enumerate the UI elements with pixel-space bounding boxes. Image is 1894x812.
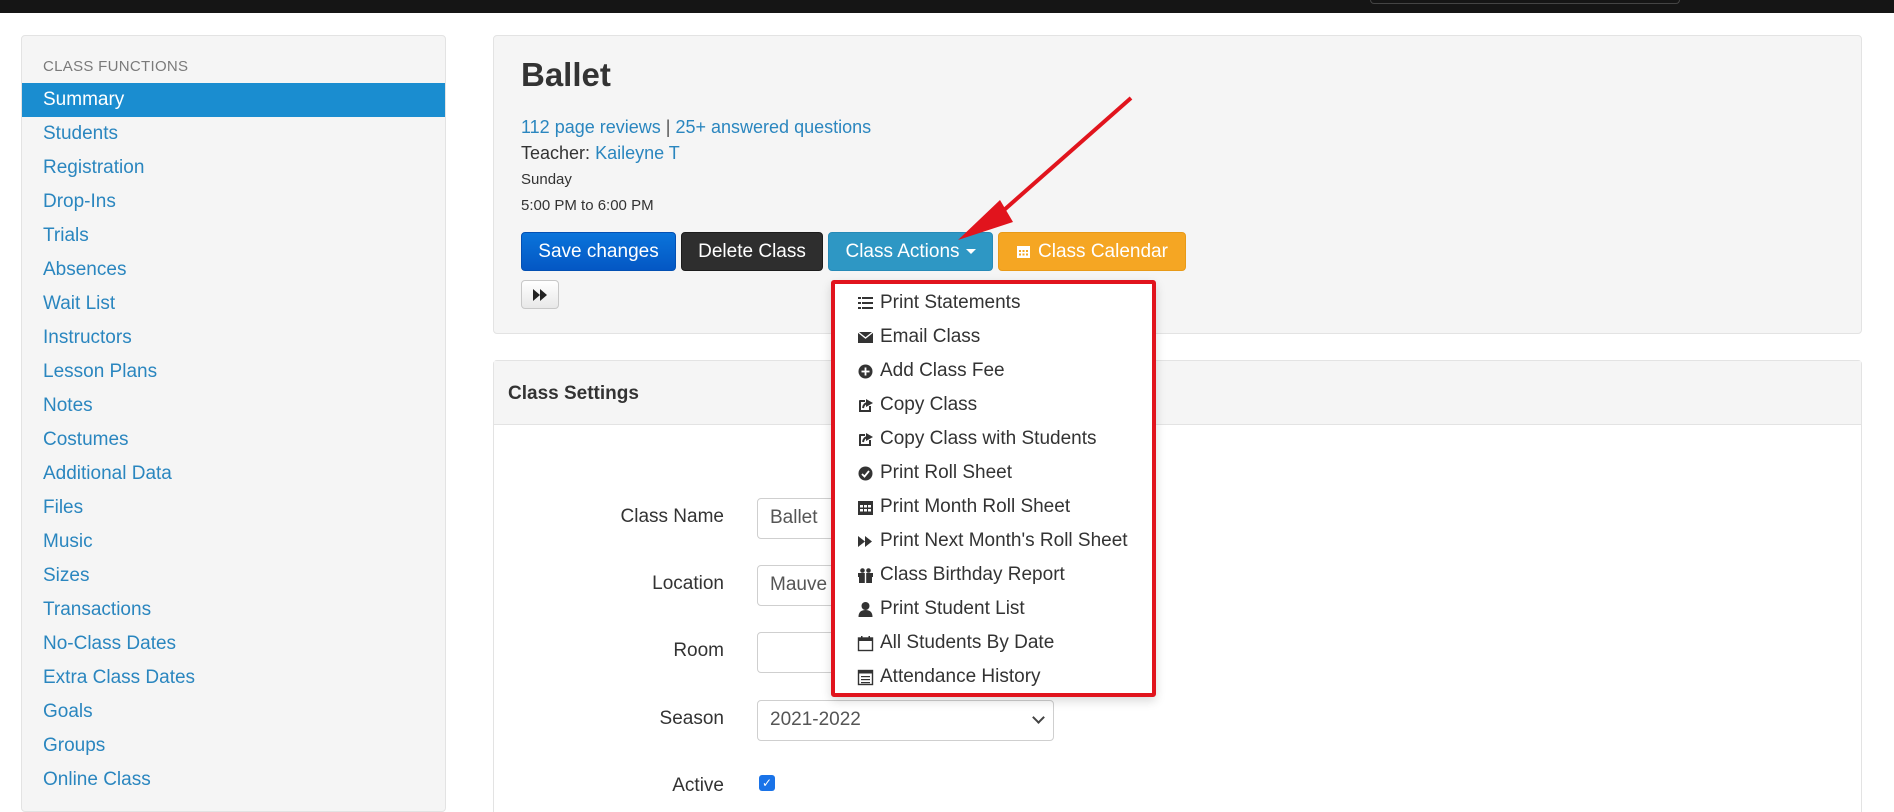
class-settings-panel: Class Settings Class Name Ballet Locatio… <box>493 360 1862 812</box>
menu-item-label: Print Student List <box>880 598 1025 619</box>
list-icon <box>857 295 874 312</box>
sidebar-heading: CLASS FUNCTIONS <box>43 58 189 75</box>
menu-item-print-statements[interactable]: Print Statements <box>835 286 1152 320</box>
teacher-label: Teacher: <box>521 143 591 163</box>
menu-item-add-class-fee[interactable]: Add Class Fee <box>835 354 1152 388</box>
questions-link[interactable]: 25+ answered questions <box>675 117 871 137</box>
menu-item-label: Copy Class with Students <box>880 428 1097 449</box>
season-label: Season <box>659 708 724 729</box>
class-name-label: Class Name <box>620 506 724 527</box>
menu-item-label: Copy Class <box>880 394 978 415</box>
class-header-panel: Ballet 112 page reviews | 25+ answered q… <box>493 35 1862 334</box>
top-search-pill[interactable] <box>1370 0 1680 4</box>
menu-item-attendance-history[interactable]: Attendance History <box>835 660 1152 694</box>
plus-circle-icon <box>857 363 874 380</box>
gift-icon <box>857 567 874 584</box>
teacher-line: Teacher: Kaileyne T <box>521 143 680 164</box>
menu-item-label: Print Month Roll Sheet <box>880 496 1071 517</box>
actions-label: Class Actions <box>845 240 960 262</box>
class-time: 5:00 PM to 6:00 PM <box>521 197 654 214</box>
sidebar-item-no-class-dates[interactable]: No-Class Dates <box>22 627 445 661</box>
table-icon <box>857 669 874 686</box>
class-actions-menu: Print Statements Email Class Add Class Fee… <box>831 280 1156 697</box>
season-value: 2021-2022 <box>770 709 861 730</box>
menu-item-label: Print Roll Sheet <box>880 462 1013 483</box>
separator: | <box>665 117 671 137</box>
sidebar-item-transactions[interactable]: Transactions <box>22 593 445 627</box>
sidebar-item-trials[interactable]: Trials <box>22 219 445 253</box>
check-circle-icon <box>857 465 874 482</box>
sidebar-item-instructors[interactable]: Instructors <box>22 321 445 355</box>
class-actions-button[interactable]: Class Actions <box>828 232 993 271</box>
active-checkbox[interactable]: ✓ <box>759 775 775 791</box>
page-title: Ballet <box>521 56 611 93</box>
user-icon <box>857 601 874 618</box>
sidebar-item-music[interactable]: Music <box>22 525 445 559</box>
sidebar-item-sizes[interactable]: Sizes <box>22 559 445 593</box>
calendar-icon <box>1017 246 1031 258</box>
reviews-line: 112 page reviews | 25+ answered question… <box>521 117 871 138</box>
class-calendar-button[interactable]: Class Calendar <box>998 232 1186 271</box>
sidebar-item-costumes[interactable]: Costumes <box>22 423 445 457</box>
save-label: Save changes <box>538 240 659 262</box>
menu-item-copy-class[interactable]: Copy Class <box>835 388 1152 422</box>
class-day: Sunday <box>521 171 572 188</box>
sidebar-item-absences[interactable]: Absences <box>22 253 445 287</box>
menu-item-copy-class-with-students[interactable]: Copy Class with Students <box>835 422 1152 456</box>
teacher-link[interactable]: Kaileyne T <box>595 143 680 163</box>
menu-item-label: Email Class <box>880 326 981 347</box>
menu-item-label: Attendance History <box>880 666 1041 687</box>
sidebar-item-groups[interactable]: Groups <box>22 729 445 763</box>
fast-forward-icon <box>857 533 874 550</box>
settings-title: Class Settings <box>508 383 639 404</box>
menu-item-label: All Students By Date <box>880 632 1055 653</box>
share-icon <box>857 397 874 414</box>
menu-item-print-month-roll-sheet[interactable]: Print Month Roll Sheet <box>835 490 1152 524</box>
menu-item-label: Print Statements <box>880 292 1021 313</box>
room-label: Room <box>673 640 724 661</box>
sidebar-item-files[interactable]: Files <box>22 491 445 525</box>
sidebar-item-lesson-plans[interactable]: Lesson Plans <box>22 355 445 389</box>
menu-item-print-roll-sheet[interactable]: Print Roll Sheet <box>835 456 1152 490</box>
delete-class-button[interactable]: Delete Class <box>681 232 823 271</box>
share-icon <box>857 431 874 448</box>
menu-item-label: Class Birthday Report <box>880 564 1065 585</box>
menu-item-label: Print Next Month's Roll Sheet <box>880 530 1128 551</box>
menu-item-print-next-month-s-roll-sheet[interactable]: Print Next Month's Roll Sheet <box>835 524 1152 558</box>
save-changes-button[interactable]: Save changes <box>521 232 676 271</box>
class-actions-list: Print Statements Email Class Add Class Fee… <box>835 286 1152 694</box>
active-label: Active <box>672 775 724 796</box>
location-label: Location <box>652 573 724 594</box>
sidebar-item-summary[interactable]: Summary <box>22 83 445 117</box>
top-bar <box>0 0 1894 13</box>
calendar-label: Class Calendar <box>1038 240 1168 262</box>
sidebar-item-students[interactable]: Students <box>22 117 445 151</box>
sidebar-item-notes[interactable]: Notes <box>22 389 445 423</box>
menu-item-print-student-list[interactable]: Print Student List <box>835 592 1152 626</box>
sidebar-item-drop-ins[interactable]: Drop-Ins <box>22 185 445 219</box>
calendar-outline-icon <box>857 635 874 652</box>
next-button[interactable] <box>521 280 559 309</box>
caret-down-icon <box>965 249 976 254</box>
sidebar-item-additional-data[interactable]: Additional Data <box>22 457 445 491</box>
chevron-down-icon <box>1032 711 1045 724</box>
sidebar-item-goals[interactable]: Goals <box>22 695 445 729</box>
menu-item-class-birthday-report[interactable]: Class Birthday Report <box>835 558 1152 592</box>
settings-header: Class Settings <box>494 361 1861 425</box>
menu-item-email-class[interactable]: Email Class <box>835 320 1152 354</box>
envelope-icon <box>857 329 874 346</box>
menu-item-all-students-by-date[interactable]: All Students By Date <box>835 626 1152 660</box>
menu-item-label: Add Class Fee <box>880 360 1005 381</box>
sidebar-item-wait-list[interactable]: Wait List <box>22 287 445 321</box>
reviews-link[interactable]: 112 page reviews <box>521 117 661 137</box>
sidebar-item-registration[interactable]: Registration <box>22 151 445 185</box>
season-select[interactable]: 2021-2022 <box>757 700 1054 741</box>
sidebar-item-extra-class-dates[interactable]: Extra Class Dates <box>22 661 445 695</box>
sidebar-item-online-class[interactable]: Online Class <box>22 763 445 797</box>
sidebar-nav: Summary Students Registration Drop-Ins Trial… <box>22 83 445 797</box>
calendar-icon <box>857 499 874 516</box>
sidebar: CLASS FUNCTIONS Summary Students Registrat… <box>21 35 446 812</box>
fast-forward-icon <box>533 288 547 301</box>
delete-label: Delete Class <box>698 240 806 262</box>
